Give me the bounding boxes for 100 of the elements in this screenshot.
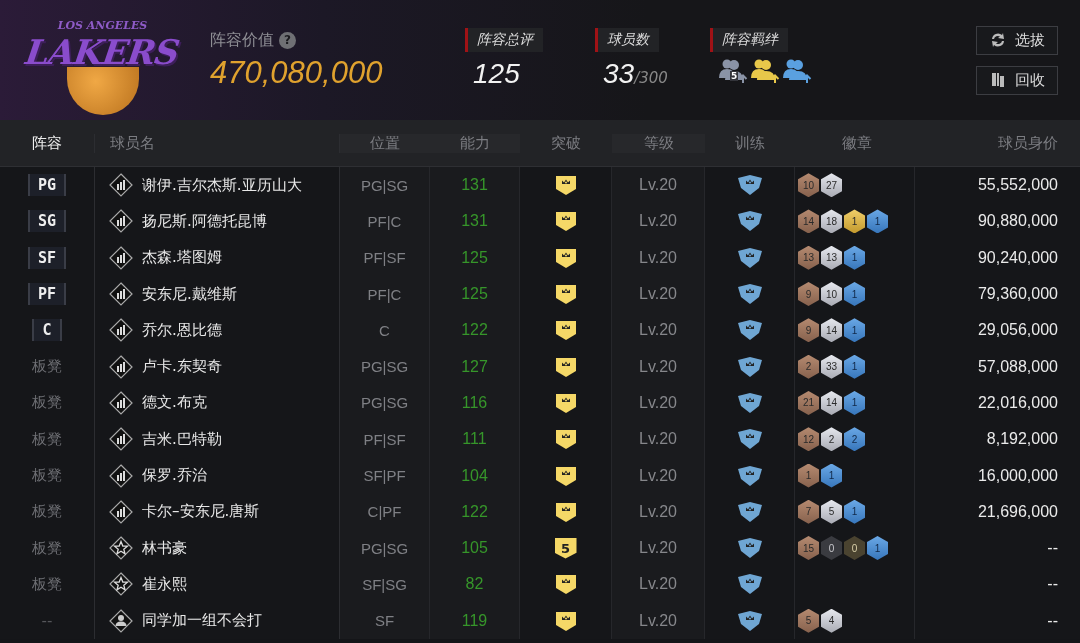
ability-rating: 131 — [461, 176, 488, 195]
column-header[interactable]: 突破 — [520, 133, 612, 153]
player-name[interactable]: 林书豪 — [142, 538, 187, 558]
bond-icon[interactable] — [750, 58, 780, 84]
badge-count: 1 — [844, 318, 865, 343]
badge-count: 1 — [844, 354, 865, 379]
badge-count: 13 — [798, 245, 819, 270]
crown-shield-icon — [736, 537, 763, 560]
badge-count: 13 — [821, 245, 842, 270]
ability-rating: 119 — [461, 611, 488, 630]
ability-rating: 111 — [462, 430, 487, 449]
player-name[interactable]: 崔永熙 — [142, 574, 187, 594]
crown-shield-icon — [736, 464, 763, 487]
lineup-text: 板凳 — [32, 502, 62, 522]
lineup-value-label: 阵容价值 — [210, 29, 274, 51]
player-name[interactable]: 杰森.塔图姆 — [142, 248, 222, 268]
select-button[interactable]: 选拔 — [976, 25, 1058, 55]
player-name[interactable]: 安东尼.戴维斯 — [142, 284, 237, 304]
column-header[interactable]: 等级 — [612, 133, 705, 153]
player-level: Lv.20 — [639, 466, 677, 485]
player-name[interactable]: 谢伊.吉尔杰斯.亚历山大 — [142, 175, 302, 195]
badge-count: 0 — [821, 536, 842, 561]
player-level: Lv.20 — [639, 611, 677, 630]
player-value: 90,240,000 — [977, 248, 1058, 267]
refresh-icon — [989, 31, 1007, 49]
player-name[interactable]: 吉米.巴特勒 — [142, 429, 222, 449]
player-level: Lv.20 — [639, 248, 677, 267]
player-value: -- — [1047, 539, 1058, 558]
ability-rating: 131 — [461, 212, 488, 231]
position-tag: SG — [27, 210, 67, 233]
lineup-text: 板凳 — [32, 538, 62, 558]
badge-count: 1 — [867, 536, 888, 561]
ability-rating: 125 — [461, 248, 488, 267]
badge-count: 1 — [844, 390, 865, 415]
ability-rating: 104 — [461, 466, 488, 485]
badge-count: 9 — [798, 282, 819, 307]
player-value: 57,088,000 — [977, 357, 1058, 376]
basketball-icon — [67, 67, 139, 115]
player-position: PG|SG — [360, 358, 409, 376]
stat-label: 阵容羁绊 — [710, 28, 788, 52]
recycle-button[interactable]: 回收 — [976, 65, 1058, 95]
column-header[interactable]: 徽章 — [795, 133, 915, 153]
lineup-text: 板凳 — [32, 429, 62, 449]
column-header[interactable]: 球员身价 — [915, 133, 1080, 153]
ability-rating: 127 — [461, 357, 488, 376]
player-value: 8,192,000 — [986, 430, 1058, 449]
badge-count: 33 — [821, 354, 842, 379]
column-header[interactable]: 球员名 — [95, 133, 340, 153]
column-header[interactable]: 能力 — [430, 133, 520, 153]
logo-subtitle: LOS ANGELES — [57, 19, 148, 32]
column-header[interactable]: 阵容 — [0, 133, 95, 153]
badge-count: 12 — [798, 427, 819, 452]
badge-count: 10 — [798, 173, 819, 198]
player-position: PF|C — [367, 285, 402, 303]
player-level: Lv.20 — [639, 430, 677, 449]
ability-rating: 122 — [461, 321, 488, 340]
logo-title: LAKERS — [23, 32, 182, 72]
badge-count: 4 — [821, 608, 842, 633]
crown-shield-icon — [736, 246, 763, 269]
player-level: Lv.20 — [639, 393, 677, 412]
column-header[interactable]: 位置 — [340, 133, 430, 153]
player-name[interactable]: 保罗.乔治 — [142, 466, 207, 485]
bond-icon[interactable] — [782, 58, 812, 84]
player-position: C — [379, 321, 390, 339]
crown-shield-icon — [736, 428, 763, 451]
stat-label: 球员数 — [595, 28, 659, 52]
player-name[interactable]: 同学加一组不会打 — [142, 611, 262, 631]
position-tag: SF — [27, 246, 67, 269]
player-level: Lv.20 — [639, 502, 677, 521]
player-level: Lv.20 — [639, 212, 677, 231]
column-header[interactable]: 训练 — [705, 133, 795, 153]
badge-count: 0 — [844, 536, 865, 561]
player-name[interactable]: 扬尼斯.阿德托昆博 — [142, 211, 267, 231]
player-value: -- — [1047, 611, 1058, 630]
ability-rating: 82 — [465, 575, 484, 594]
player-position: PF|C — [367, 212, 402, 230]
player-level: Lv.20 — [639, 176, 677, 195]
badge-count: 9 — [798, 318, 819, 343]
player-level: Lv.20 — [639, 539, 677, 558]
stat-label: 阵容总评 — [465, 28, 543, 52]
player-name[interactable]: 卢卡.东契奇 — [142, 357, 222, 377]
player-name[interactable]: 德文.布克 — [142, 393, 207, 413]
player-position: PG|SG — [360, 176, 409, 194]
crown-shield-icon — [736, 283, 763, 306]
breakthrough-level: 5 — [554, 537, 577, 559]
player-value: 90,880,000 — [977, 212, 1058, 231]
stat-value: 125 — [473, 58, 520, 90]
badge-count: 1 — [798, 463, 819, 488]
badge-count: 14 — [821, 318, 842, 343]
position-tag: C — [32, 319, 62, 342]
player-name[interactable]: 乔尔.恩比德 — [142, 320, 222, 340]
badge-count: 2 — [798, 354, 819, 379]
player-level: Lv.20 — [639, 285, 677, 304]
player-position: PG|SG — [360, 539, 409, 557]
ability-rating: 125 — [461, 285, 488, 304]
player-name[interactable]: 卡尔–安东尼.唐斯 — [142, 502, 260, 522]
player-level: Lv.20 — [639, 575, 677, 594]
badge-count: 5 — [821, 499, 842, 524]
player-position: SF|PF — [363, 467, 406, 484]
stat-total: /300 — [634, 69, 668, 87]
